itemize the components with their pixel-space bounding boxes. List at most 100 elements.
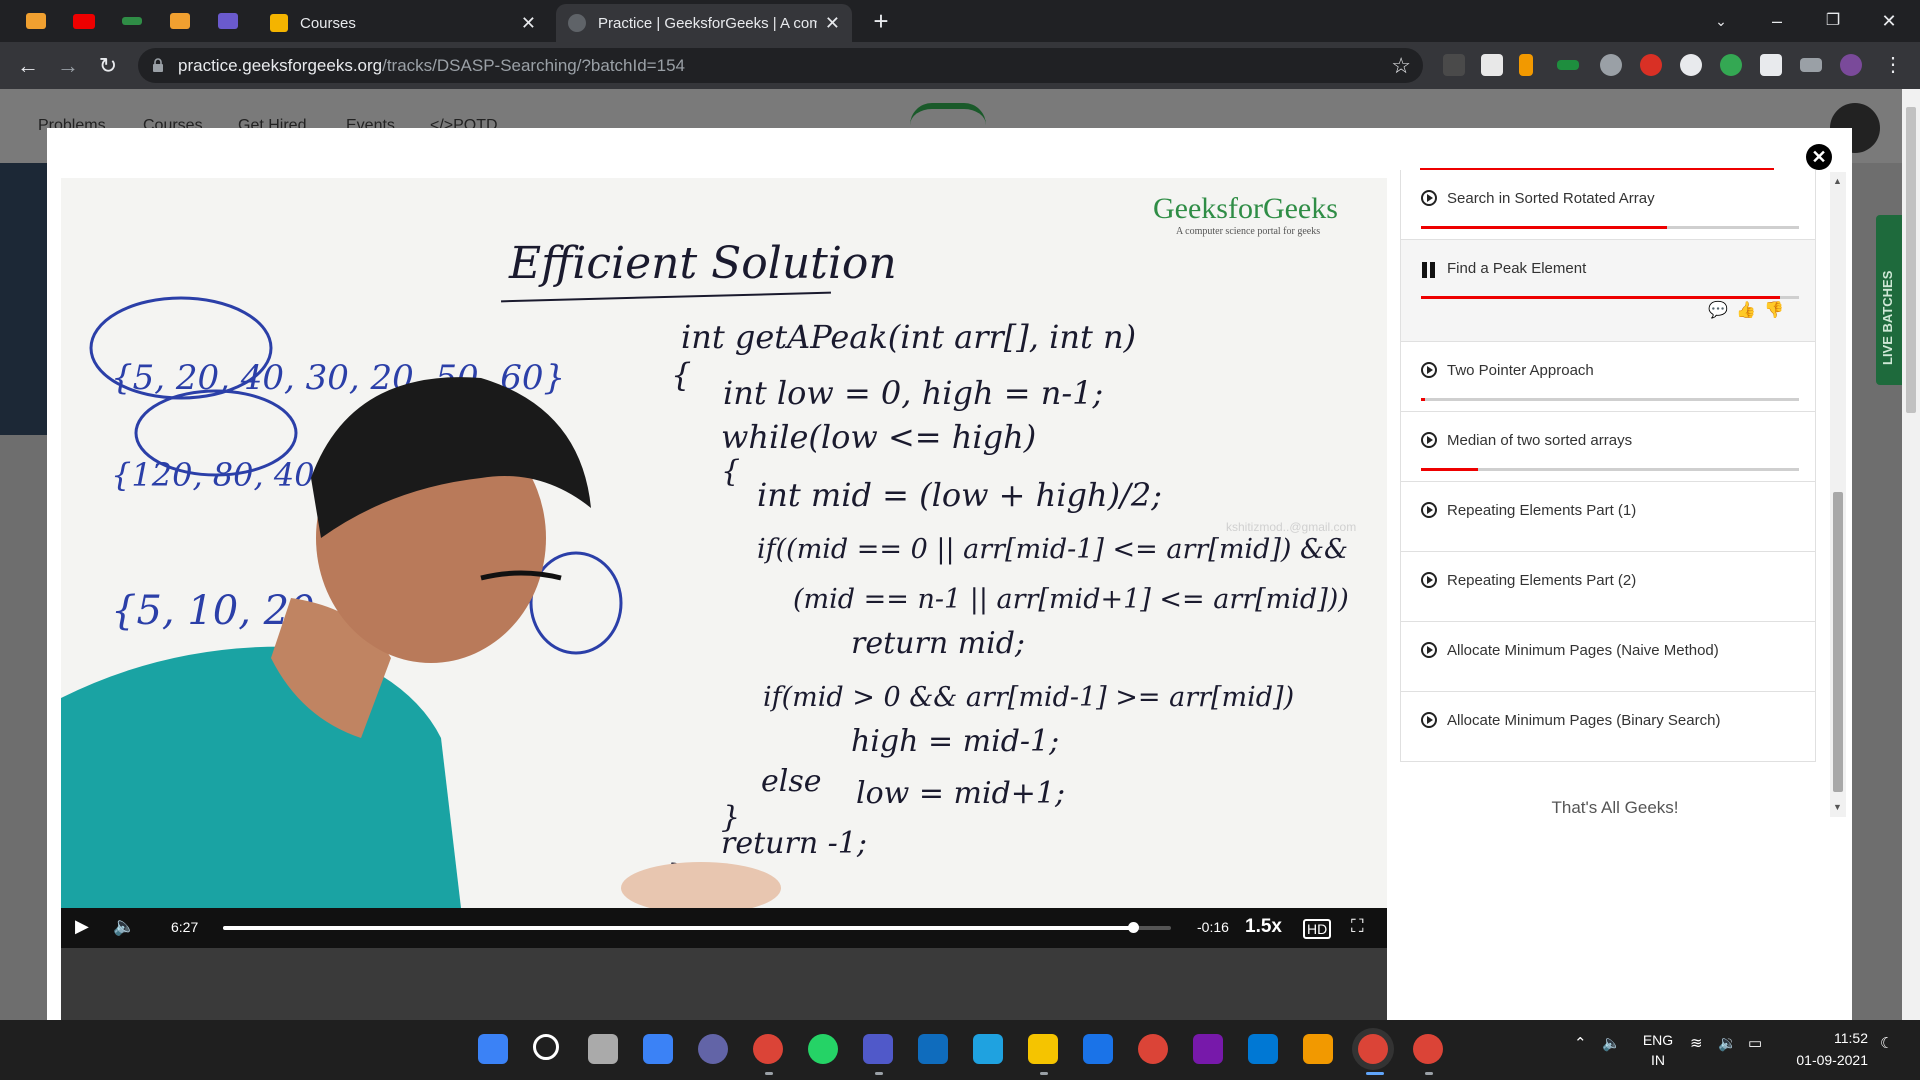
wifi-icon[interactable]: ≋: [1690, 1034, 1703, 1052]
lock-icon: [153, 58, 163, 72]
close-tab-icon[interactable]: ✕: [825, 13, 840, 34]
playlist-item[interactable]: Median of two sorted arrays: [1400, 412, 1816, 482]
scroll-down-arrow-icon[interactable]: ▼: [1833, 802, 1842, 812]
playlist-scroll-thumb[interactable]: [1833, 492, 1843, 792]
extension-icon[interactable]: [1640, 54, 1662, 76]
widgets-icon[interactable]: [643, 1034, 673, 1064]
feedback-icons: 💬 👍 👎: [1707, 301, 1785, 321]
chrome-icon[interactable]: [753, 1034, 783, 1064]
progress-fill: [1421, 296, 1781, 299]
chrome-icon[interactable]: [1413, 1034, 1443, 1064]
minimize-button[interactable]: –: [1762, 6, 1792, 36]
whiteboard-app-icon[interactable]: [1083, 1034, 1113, 1064]
notifications-icon[interactable]: ☾: [1880, 1034, 1893, 1052]
thumbs-down-icon[interactable]: 👎: [1763, 301, 1785, 321]
whatsapp-icon[interactable]: [808, 1034, 838, 1064]
extension-icon[interactable]: [1443, 54, 1465, 76]
file-explorer-icon[interactable]: [1028, 1034, 1058, 1064]
gfg-logo[interactable]: [910, 103, 986, 125]
onenote-icon[interactable]: [1193, 1034, 1223, 1064]
tab-practice[interactable]: Practice | GeeksforGeeks | A computer sc…: [556, 4, 852, 42]
pinned-tab-4[interactable]: [158, 8, 202, 34]
reload-button[interactable]: ↻: [92, 50, 124, 82]
play-circle-icon: [1421, 190, 1437, 206]
battery-icon[interactable]: ▭: [1748, 1034, 1762, 1052]
playlist-scrollbar[interactable]: ▲ ▼: [1830, 172, 1846, 817]
forward-button[interactable]: →: [52, 50, 84, 82]
progress-fill: [1421, 226, 1667, 229]
extension-icon[interactable]: [1720, 54, 1742, 76]
clock-date[interactable]: 01-09-2021: [1780, 1052, 1868, 1068]
task-view-icon[interactable]: [588, 1034, 618, 1064]
scroll-up-arrow-icon[interactable]: ▲: [1833, 176, 1842, 186]
show-hidden-icons[interactable]: ⌃: [1574, 1034, 1587, 1052]
fullscreen-icon[interactable]: ⛶: [1351, 916, 1364, 937]
tab-search-icon[interactable]: ⌄: [1706, 6, 1736, 36]
thumbs-up-icon[interactable]: 👍: [1735, 301, 1757, 321]
start-icon[interactable]: [478, 1034, 508, 1064]
video-player[interactable]: GeeksforGeeks A computer science portal …: [61, 178, 1387, 1020]
pinned-tab-1[interactable]: [14, 8, 58, 34]
video-footer-area: [61, 948, 1387, 1020]
playlist-item[interactable]: Search in Sorted Rotated Array: [1400, 170, 1816, 240]
close-modal-button[interactable]: ✕: [1806, 144, 1832, 170]
restore-button[interactable]: ❐: [1818, 6, 1848, 36]
reading-list-icon[interactable]: [1800, 58, 1822, 72]
clock-time[interactable]: 11:52: [1788, 1030, 1868, 1046]
teams-icon[interactable]: [863, 1034, 893, 1064]
tab-title: Courses: [300, 14, 356, 32]
mail-icon[interactable]: [918, 1034, 948, 1064]
input-region[interactable]: IN: [1638, 1052, 1678, 1068]
search-icon[interactable]: [533, 1034, 559, 1060]
close-window-button[interactable]: ✕: [1874, 6, 1904, 36]
extension-icon[interactable]: [1600, 54, 1622, 76]
monitor-icon[interactable]: [973, 1034, 1003, 1064]
speaker-icon[interactable]: 🔈: [1602, 1034, 1621, 1052]
code-icon: [218, 13, 238, 29]
browser-toolbar: ← → ↻ practice.geeksforgeeks.org/tracks/…: [0, 42, 1920, 89]
extension-icon[interactable]: [1519, 54, 1533, 76]
avatar[interactable]: [1840, 54, 1862, 76]
playlist-item[interactable]: Allocate Minimum Pages (Binary Search): [1400, 692, 1816, 762]
vscode-icon[interactable]: [1248, 1034, 1278, 1064]
back-button[interactable]: ←: [12, 50, 44, 82]
volume-icon[interactable]: 🔈: [113, 916, 135, 937]
tab-strip: Courses ✕ Practice | GeeksforGeeks | A c…: [0, 0, 1920, 42]
page-scrollbar[interactable]: [1902, 89, 1920, 1020]
playlist-item-title: Repeating Elements Part (1): [1447, 502, 1637, 519]
chrome-active-icon[interactable]: [1358, 1034, 1388, 1064]
playlist-item[interactable]: Find a Peak Element 💬 👍 👎: [1400, 240, 1816, 342]
new-tab-button[interactable]: +: [866, 6, 896, 36]
seek-handle[interactable]: [1128, 922, 1140, 933]
playlist-item-title: Allocate Minimum Pages (Naive Method): [1447, 642, 1719, 659]
playlist-item[interactable]: Allocate Minimum Pages (Naive Method): [1400, 622, 1816, 692]
chat-icon[interactable]: [698, 1034, 728, 1064]
extension-icon[interactable]: [1557, 60, 1579, 70]
hd-quality-icon[interactable]: HD: [1303, 919, 1332, 939]
play-button[interactable]: ▶: [75, 916, 89, 937]
pinned-tab-gfg[interactable]: [110, 8, 154, 34]
sublime-icon[interactable]: [1303, 1034, 1333, 1064]
tab-courses[interactable]: Courses ✕: [258, 4, 548, 42]
chrome-icon[interactable]: [1138, 1034, 1168, 1064]
playlist-item-progress: [1421, 226, 1799, 229]
bookmark-star-icon[interactable]: ☆: [1391, 53, 1411, 79]
extension-icon[interactable]: [1481, 54, 1503, 76]
input-language[interactable]: ENG: [1638, 1032, 1678, 1048]
address-bar[interactable]: practice.geeksforgeeks.org/tracks/DSASP-…: [138, 48, 1423, 83]
close-tab-icon[interactable]: ✕: [521, 13, 536, 34]
page-scroll-thumb[interactable]: [1906, 107, 1916, 413]
pinned-tab-youtube[interactable]: [62, 8, 106, 34]
extension-icon[interactable]: [1680, 54, 1702, 76]
comment-icon[interactable]: 💬: [1707, 301, 1729, 321]
seek-bar[interactable]: [223, 922, 1171, 933]
live-batches-tab[interactable]: LIVE BATCHES: [1876, 215, 1902, 385]
menu-kebab-icon[interactable]: ⋮: [1882, 54, 1904, 76]
playlist-item[interactable]: Repeating Elements Part (1): [1400, 482, 1816, 552]
playlist-item[interactable]: Two Pointer Approach: [1400, 342, 1816, 412]
pinned-tab-5[interactable]: [206, 8, 250, 34]
playlist-item[interactable]: Repeating Elements Part (2): [1400, 552, 1816, 622]
volume-tray-icon[interactable]: 🔉: [1718, 1034, 1737, 1052]
puzzle-icon[interactable]: [1760, 54, 1782, 76]
playback-rate-button[interactable]: 1.5x: [1245, 916, 1282, 938]
